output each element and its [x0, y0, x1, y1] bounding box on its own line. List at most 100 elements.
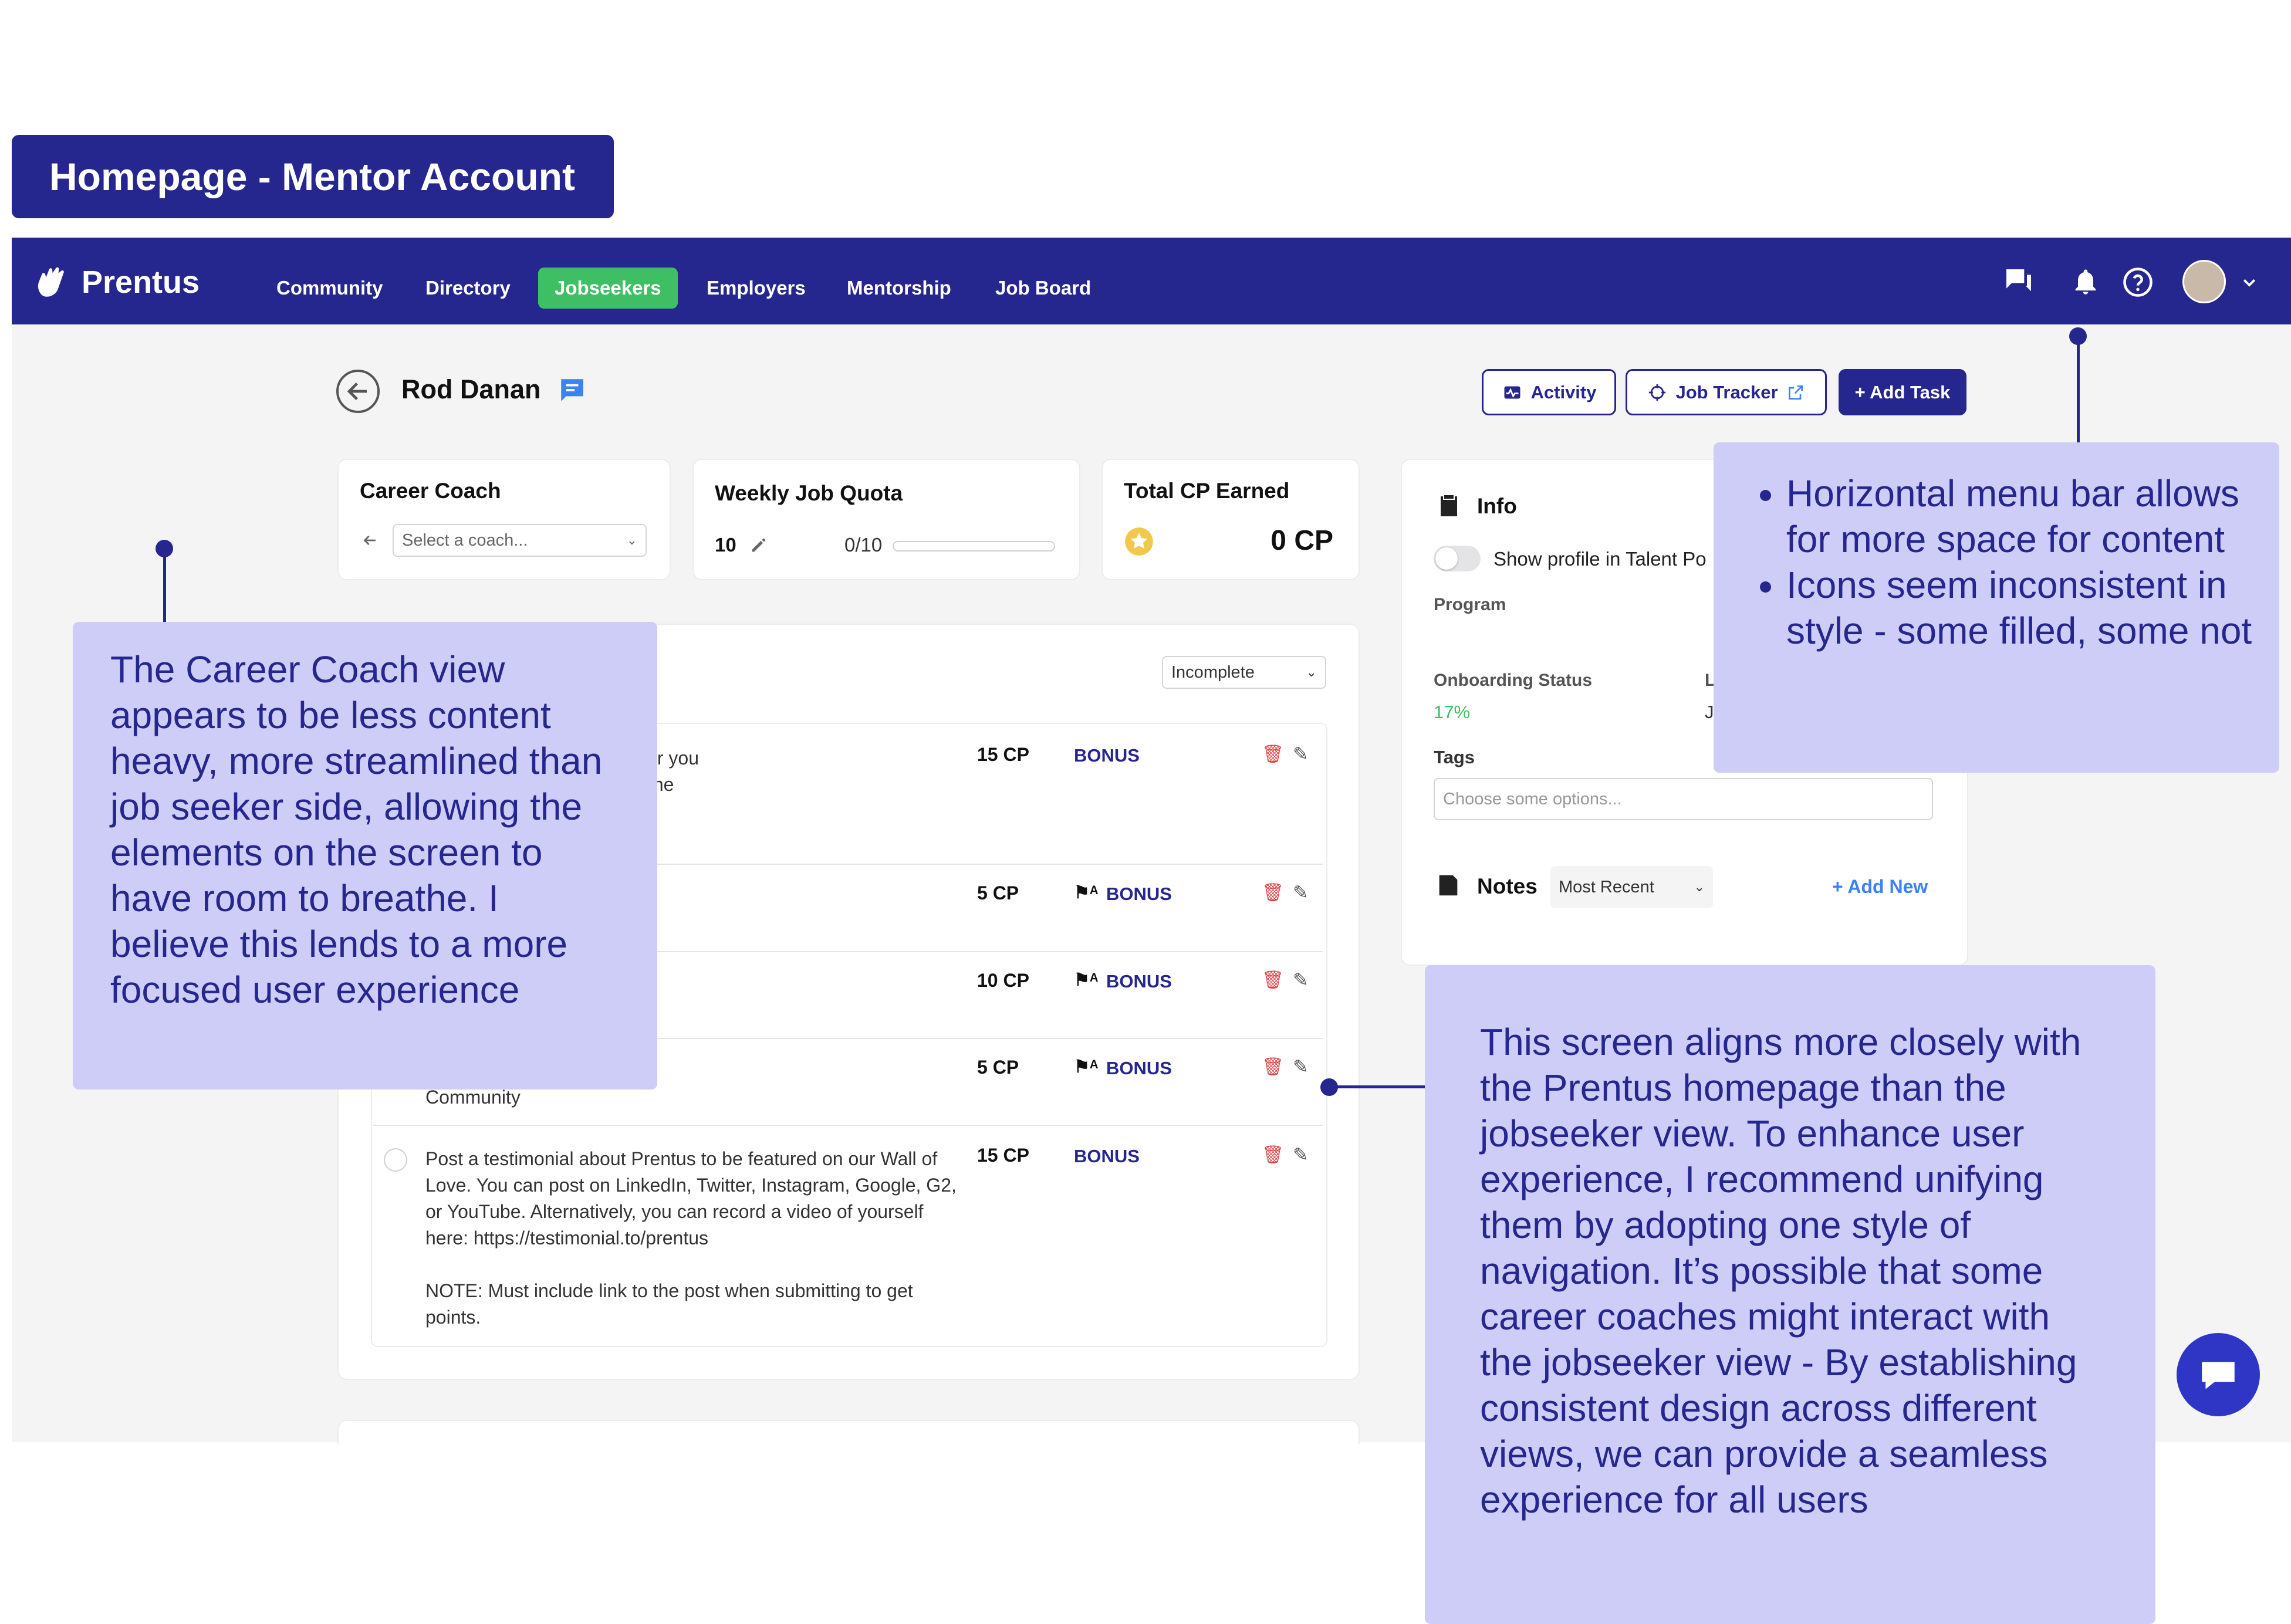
task-cp: 5 CP — [977, 882, 1019, 904]
add-note-link[interactable]: + Add New — [1832, 876, 1928, 898]
pencil-icon[interactable]: ✎ — [1293, 881, 1309, 904]
notes-label: Notes — [1477, 874, 1538, 898]
weekly-quota-label: Weekly Job Quota — [715, 481, 903, 505]
cp-value: 0 CP — [1270, 525, 1333, 556]
chat-bubble-icon[interactable] — [557, 375, 587, 405]
callout-left: The Career Coach view appears to be less… — [73, 622, 657, 1090]
trash-icon[interactable]: 🗑 — [1262, 1057, 1284, 1077]
bonus-badge: BONUS — [1106, 1058, 1172, 1078]
clipboard-icon — [1441, 495, 1457, 516]
notes-icon — [1439, 875, 1458, 896]
help-icon[interactable] — [2122, 266, 2154, 298]
task-filter-select[interactable]: Incomplete ⌄ — [1162, 656, 1326, 689]
flag-icon: ⚑ᴬ — [1074, 970, 1099, 990]
flag-icon: ⚑ᴬ — [1074, 1057, 1099, 1077]
messages-icon[interactable] — [2002, 265, 2035, 298]
task-cp: 15 CP — [977, 744, 1029, 765]
callout-connector — [1329, 1085, 1426, 1088]
callout-top-right: Horizontal menu bar allows for more spac… — [1714, 442, 2279, 773]
pencil-icon[interactable]: ✎ — [1293, 969, 1309, 991]
pencil-icon[interactable]: ✎ — [1293, 1055, 1309, 1078]
task-cp: 5 CP — [977, 1057, 1019, 1078]
task-cp: 15 CP — [977, 1145, 1029, 1166]
pencil-icon[interactable]: ✎ — [1293, 1143, 1309, 1166]
bonus-badge: BONUS — [1106, 884, 1172, 904]
weekly-quota-value: 10 — [715, 534, 736, 556]
quota-progress-text: 0/10 — [844, 534, 883, 556]
cp-card — [1101, 459, 1360, 580]
task-filter-label: Incomplete — [1171, 662, 1255, 682]
bell-icon[interactable] — [2070, 266, 2101, 297]
callout-connector — [163, 549, 166, 622]
partial-field-value: J — [1705, 702, 1714, 722]
task-cp: 10 CP — [977, 970, 1029, 991]
next-panel — [337, 1420, 1360, 1444]
page-title-badge: Homepage - Mentor Account — [12, 135, 614, 218]
weekly-quota-card — [692, 459, 1080, 580]
quota-progress-bar — [893, 541, 1055, 552]
nav-employers[interactable]: Employers — [690, 268, 822, 309]
nav-job-board[interactable]: Job Board — [979, 268, 1107, 309]
crosshair-icon — [1649, 384, 1666, 401]
trash-icon[interactable]: 🗑 — [1262, 744, 1284, 764]
star-coin-icon — [1125, 527, 1153, 556]
nav-directory[interactable]: Directory — [409, 268, 527, 309]
onboarding-value: 17% — [1434, 702, 1471, 722]
left-arrow-icon[interactable] — [360, 530, 380, 550]
activity-label: Activity — [1530, 381, 1597, 402]
callout-bottom-right: This screen aligns more closely with the… — [1425, 965, 2155, 1624]
task-checkbox[interactable] — [384, 1148, 407, 1172]
coach-select-placeholder: Select a coach... — [402, 530, 528, 550]
chevron-down-icon[interactable] — [2241, 273, 2258, 291]
bonus-badge: BONUS — [1074, 1146, 1140, 1166]
tags-placeholder: Choose some options... — [1443, 789, 1622, 808]
nav-community[interactable]: Community — [260, 268, 400, 309]
job-tracker-label: Job Tracker — [1675, 381, 1778, 402]
external-link-icon — [1788, 385, 1803, 400]
nav-jobseekers[interactable]: Jobseekers — [538, 268, 678, 309]
info-heading: Info — [1477, 494, 1517, 518]
profile-name: Rod Danan — [401, 374, 541, 404]
task-row[interactable]: Post a testimonial about Prentus to be f… — [373, 1125, 1323, 1342]
pencil-icon[interactable]: ✎ — [1293, 743, 1309, 765]
prentus-logo[interactable]: Prentus — [32, 263, 200, 302]
logo-text: Prentus — [82, 265, 200, 300]
chevron-down-icon: ⌄ — [1306, 665, 1317, 679]
activity-button[interactable]: Activity — [1482, 369, 1616, 415]
cp-label: Total CP Earned — [1124, 479, 1290, 503]
flag-icon: ⚑ᴬ — [1074, 883, 1099, 902]
chat-icon — [2202, 1362, 2235, 1389]
callout-connector — [2077, 336, 2080, 442]
notes-sort-label: Most Recent — [1559, 877, 1654, 896]
chevron-down-icon: ⌄ — [1694, 879, 1705, 894]
coach-select[interactable]: Select a coach... ⌄ — [393, 524, 647, 557]
trash-icon[interactable]: 🗑 — [1262, 970, 1284, 990]
back-arrow-icon[interactable] — [334, 368, 381, 415]
hand-logo-icon — [38, 267, 64, 297]
talent-pool-toggle[interactable] — [1434, 546, 1481, 571]
pencil-icon[interactable] — [749, 535, 769, 555]
career-coach-label: Career Coach — [360, 479, 501, 503]
add-task-button[interactable]: + Add Task — [1839, 369, 1966, 415]
onboarding-label: Onboarding Status — [1434, 671, 1592, 690]
tags-input[interactable]: Choose some options... — [1434, 778, 1933, 820]
chevron-down-icon: ⌄ — [626, 533, 637, 547]
trash-icon[interactable]: 🗑 — [1262, 882, 1284, 903]
callout-bullet: Horizontal menu bar allows for more spac… — [1786, 471, 2262, 562]
notes-sort-select[interactable]: Most Recent ⌄ — [1550, 866, 1713, 908]
activity-icon — [1504, 386, 1520, 398]
program-label: Program — [1434, 595, 1506, 614]
job-tracker-button[interactable]: Job Tracker — [1626, 369, 1827, 415]
bonus-badge: BONUS — [1106, 971, 1172, 992]
toggle-label: Show profile in Talent Po — [1493, 548, 1707, 570]
callout-bullet: Icons seem inconsistent in style - some … — [1786, 562, 2262, 654]
nav-mentorship[interactable]: Mentorship — [830, 268, 968, 309]
bonus-badge: BONUS — [1074, 745, 1140, 766]
career-coach-card — [337, 459, 671, 580]
chat-button[interactable] — [2177, 1333, 2260, 1416]
trash-icon[interactable]: 🗑 — [1262, 1145, 1284, 1165]
task-text: Post a testimonial about Prentus to be f… — [425, 1148, 957, 1328]
tags-label: Tags — [1434, 747, 1475, 767]
avatar[interactable] — [2182, 260, 2226, 303]
toggle-knob — [1435, 547, 1458, 570]
